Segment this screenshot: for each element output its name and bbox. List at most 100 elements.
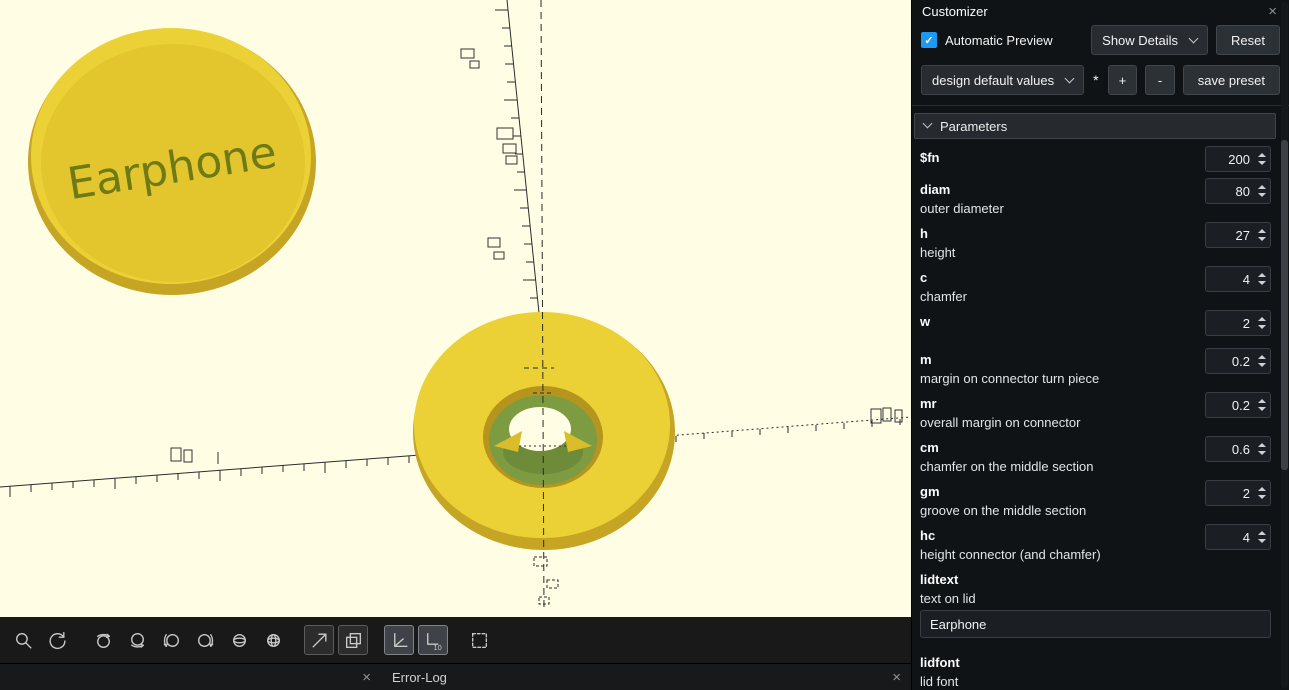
spin-arrows[interactable]	[1255, 487, 1270, 499]
mr-spinbox[interactable]: 0.2	[1205, 392, 1271, 418]
details-select[interactable]: Show Details	[1091, 25, 1209, 55]
spin-arrows[interactable]	[1255, 185, 1270, 197]
spin-down-icon[interactable]	[1257, 451, 1266, 455]
console-close-icon[interactable]: ×	[362, 670, 371, 685]
hc-spinbox[interactable]: 4	[1205, 524, 1271, 550]
param-row-gm: gm groove on the middle section 2	[920, 480, 1271, 518]
add-preset-button[interactable]: +	[1107, 65, 1138, 95]
h-spinbox[interactable]: 27	[1205, 222, 1271, 248]
spin-down-icon[interactable]	[1257, 363, 1266, 367]
param-name: lidtext	[920, 572, 959, 587]
param-row-lidtext: lidtext text on lid	[920, 572, 1271, 647]
spin-down-icon[interactable]	[1257, 407, 1266, 411]
param-name: hc	[920, 528, 936, 543]
spin-down-icon[interactable]	[1257, 161, 1266, 165]
w-spinbox[interactable]: 2	[1205, 310, 1271, 336]
spin-arrows[interactable]	[1255, 273, 1270, 285]
spin-up-icon[interactable]	[1257, 531, 1266, 535]
param-description: text on lid	[920, 591, 976, 606]
show-scale-markers-button[interactable]: 10	[418, 625, 448, 655]
customizer-header: Customizer ×	[912, 0, 1289, 20]
m-spinbox[interactable]: 0.2	[1205, 348, 1271, 374]
cm-spinbox[interactable]: 0.6	[1205, 436, 1271, 462]
spin-arrows[interactable]	[1255, 399, 1270, 411]
orbit-globe-button[interactable]	[258, 625, 288, 655]
param-description: chamfer on the middle section	[920, 459, 1094, 474]
spin-up-icon[interactable]	[1257, 355, 1266, 359]
3d-viewport[interactable]: Earphone	[0, 0, 911, 617]
spin-down-icon[interactable]	[1257, 193, 1266, 197]
param-row-mr: mr overall margin on connector 0.2	[920, 392, 1271, 430]
spin-up-icon[interactable]	[1257, 229, 1266, 233]
spin-down-icon[interactable]	[1257, 325, 1266, 329]
fn-spinbox[interactable]: 200	[1205, 146, 1271, 172]
c-spinbox[interactable]: 4	[1205, 266, 1271, 292]
orbit-right-button[interactable]	[190, 625, 220, 655]
spin-value: 4	[1242, 529, 1250, 545]
x-axis	[0, 454, 421, 497]
zoom-icon	[15, 632, 32, 649]
viewport-column: Earphone 10 × Error-Log ×	[0, 0, 911, 690]
view-all-button[interactable]	[304, 625, 334, 655]
chevron-down-icon	[1188, 33, 1199, 43]
spin-up-icon[interactable]	[1257, 317, 1266, 321]
spin-arrows[interactable]	[1255, 229, 1270, 241]
spin-up-icon[interactable]	[1257, 185, 1266, 189]
customizer-close-icon[interactable]: ×	[1268, 4, 1277, 19]
param-name: cm	[920, 440, 939, 455]
param-row-w: w 2	[920, 310, 1271, 336]
param-name: w	[920, 314, 931, 329]
spin-up-icon[interactable]	[1257, 443, 1266, 447]
lidtext-input[interactable]	[920, 610, 1271, 638]
orbit-bottom-button[interactable]	[122, 625, 152, 655]
remove-preset-button[interactable]: -	[1145, 65, 1175, 95]
customizer-panel: Customizer × ✓ Automatic Preview Show De…	[911, 0, 1289, 690]
save-preset-button[interactable]: save preset	[1182, 65, 1280, 95]
param-description: chamfer	[920, 289, 967, 304]
spin-up-icon[interactable]	[1257, 399, 1266, 403]
preset-select[interactable]: design default values	[921, 65, 1085, 95]
spin-down-icon[interactable]	[1257, 237, 1266, 241]
automatic-preview-label: Automatic Preview	[945, 32, 1053, 48]
spin-arrows[interactable]	[1255, 443, 1270, 455]
param-row-m: m margin on connector turn piece 0.2	[920, 348, 1271, 386]
diam-spinbox[interactable]: 80	[1205, 178, 1271, 204]
gm-spinbox[interactable]: 2	[1205, 480, 1271, 506]
param-row-lidfont: lidfont lid font	[920, 655, 1271, 690]
spin-up-icon[interactable]	[1257, 487, 1266, 491]
parameters-section-header[interactable]: Parameters	[914, 113, 1276, 139]
spin-down-icon[interactable]	[1257, 281, 1266, 285]
show-crosshairs-button[interactable]	[464, 625, 494, 655]
reset-button[interactable]: Reset	[1216, 25, 1280, 55]
spin-arrows[interactable]	[1255, 317, 1270, 329]
spin-up-icon[interactable]	[1257, 273, 1266, 277]
param-description: overall margin on connector	[920, 415, 1081, 430]
orbit-center-icon	[232, 633, 246, 647]
spin-arrows[interactable]	[1255, 355, 1270, 367]
lid-model: Earphone	[28, 28, 316, 295]
orthographic-button[interactable]	[338, 625, 368, 655]
spin-down-icon[interactable]	[1257, 495, 1266, 499]
param-description: lid font	[920, 674, 959, 689]
orbit-left-button[interactable]	[156, 625, 186, 655]
param-row-cm: cm chamfer on the middle section 0.6	[920, 436, 1271, 474]
param-name: c	[920, 270, 928, 285]
show-axes-button[interactable]	[384, 625, 414, 655]
param-row-hc: hc height connector (and chamfer) 4	[920, 524, 1271, 562]
orbit-center-button[interactable]	[224, 625, 254, 655]
spin-value: 0.2	[1231, 397, 1250, 413]
zoom-button[interactable]	[8, 625, 38, 655]
spin-arrows[interactable]	[1255, 153, 1270, 165]
orbit-top-button[interactable]	[88, 625, 118, 655]
scrollbar-thumb[interactable]	[1281, 140, 1288, 470]
spin-value: 0.6	[1231, 441, 1250, 457]
spin-up-icon[interactable]	[1257, 153, 1266, 157]
reset-view-button[interactable]	[42, 625, 72, 655]
param-description: groove on the middle section	[920, 503, 1087, 518]
spin-arrows[interactable]	[1255, 531, 1270, 543]
customizer-scrollbar[interactable]	[1281, 2, 1288, 688]
automatic-preview-checkbox[interactable]: ✓	[921, 32, 937, 48]
param-row-c: c chamfer 4	[920, 266, 1271, 304]
error-log-close-icon[interactable]: ×	[892, 670, 901, 685]
spin-down-icon[interactable]	[1257, 539, 1266, 543]
